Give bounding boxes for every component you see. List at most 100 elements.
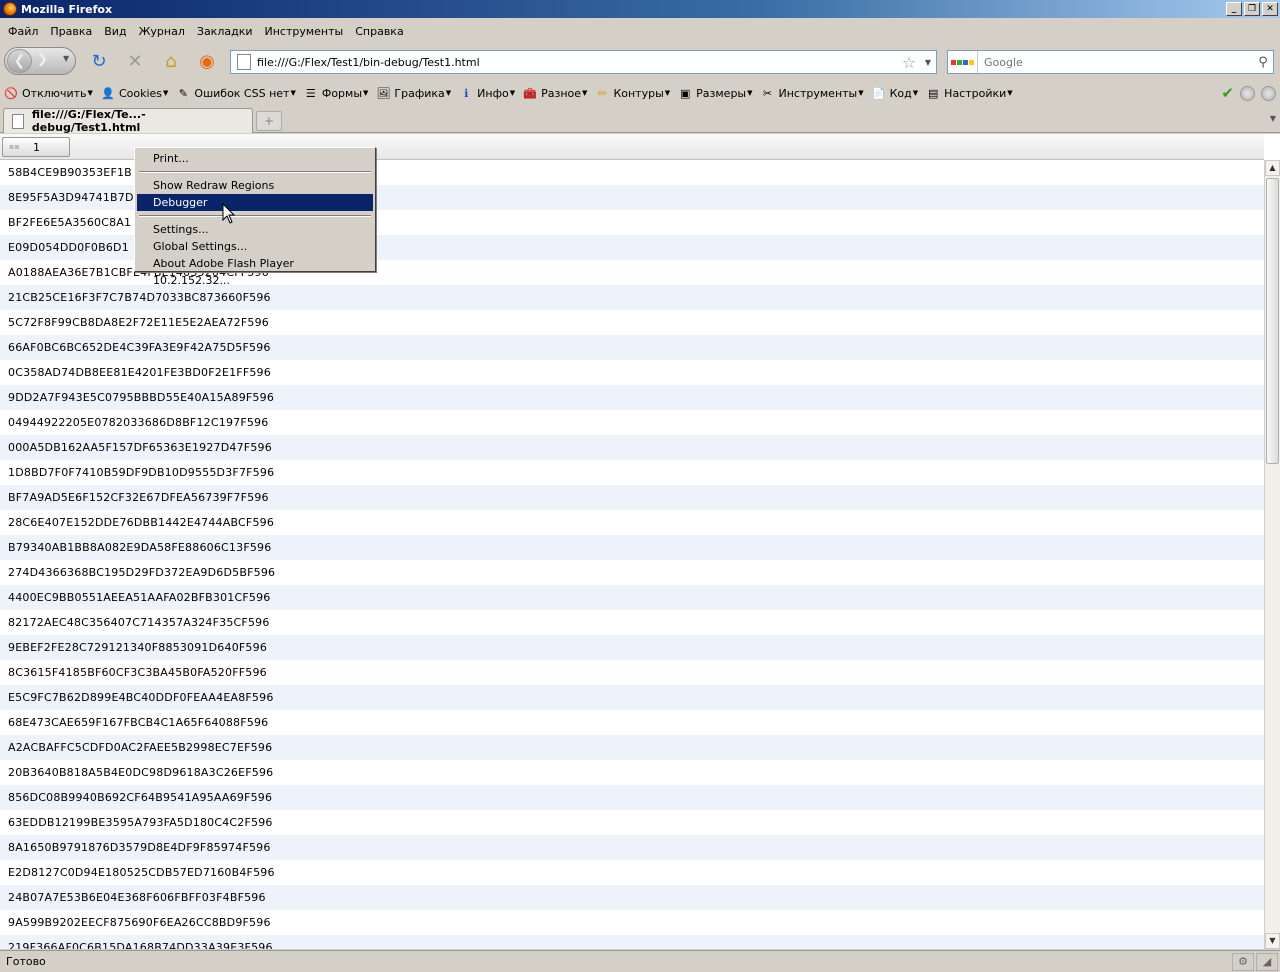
- search-icon[interactable]: ⚲: [1253, 55, 1273, 70]
- devbar-info[interactable]: ℹ Инфо ▼: [455, 86, 519, 100]
- devbar-options[interactable]: ▤ Настройки ▼: [922, 86, 1017, 100]
- devbar-source[interactable]: 📄 Код ▼: [868, 86, 923, 100]
- table-row[interactable]: 4400EC9BB0551AEEA51AAFA02BFB301CF596: [0, 585, 1264, 610]
- menu-edit[interactable]: Правка: [44, 25, 98, 38]
- scroll-up-button[interactable]: ▲: [1265, 160, 1280, 176]
- table-row[interactable]: 9A599B9202EECF875690F6EA26CC8BD9F596: [0, 910, 1264, 935]
- address-bar[interactable]: file:///G:/Flex/Test1/bin-debug/Test1.ht…: [230, 50, 937, 74]
- table-row[interactable]: 04944922205E0782033686D8BF12C197F596: [0, 410, 1264, 435]
- reload-icon[interactable]: ↻: [88, 51, 110, 73]
- status-dot-icon[interactable]: [1261, 85, 1276, 101]
- context-menu-item[interactable]: Settings...: [137, 221, 373, 238]
- menu-history[interactable]: Журнал: [133, 25, 191, 38]
- devbar-css[interactable]: ✎ Ошибок CSS нет ▼: [172, 86, 299, 100]
- devbar-outline[interactable]: ✏ Контуры ▼: [591, 86, 674, 100]
- home-icon[interactable]: ⌂: [160, 51, 182, 73]
- tab-list-icon[interactable]: ▼: [1270, 114, 1276, 123]
- table-row[interactable]: 1D8BD7F0F7410B59DF9DB10D9555D3F7F596: [0, 460, 1264, 485]
- context-menu-item[interactable]: Print...: [137, 150, 373, 167]
- outline-icon: ✏: [597, 86, 608, 100]
- rss-icon[interactable]: ◉: [196, 51, 218, 73]
- new-tab-button[interactable]: +: [256, 111, 282, 131]
- table-row[interactable]: B79340AB1BB8A082E9DA58FE88606C13F596: [0, 535, 1264, 560]
- context-menu-item[interactable]: Show Redraw Regions: [137, 177, 373, 194]
- url-dropdown-icon[interactable]: ▼: [920, 58, 936, 67]
- devbar-resize[interactable]: ▣ Размеры ▼: [674, 86, 756, 100]
- close-button[interactable]: ✕: [1262, 2, 1278, 16]
- menu-help[interactable]: Справка: [349, 25, 409, 38]
- checkmark-icon[interactable]: ✔: [1221, 84, 1234, 102]
- menu-view[interactable]: Вид: [98, 25, 132, 38]
- misc-icon: 🧰: [523, 86, 537, 100]
- table-row[interactable]: 8C3615F4185BF60CF3C3BA45B0FA520FF596: [0, 660, 1264, 685]
- context-menu-item[interactable]: Debugger: [137, 194, 373, 211]
- menu-bookmarks[interactable]: Закладки: [191, 25, 259, 38]
- devbar-tools[interactable]: ✂ Инструменты ▼: [757, 86, 868, 100]
- table-row[interactable]: 63EDDB12199BE3595A793FA5D180C4C2F596: [0, 810, 1264, 835]
- status-text: Готово: [6, 955, 46, 968]
- addon-icon[interactable]: ⚙: [1232, 953, 1254, 971]
- devbar-forms[interactable]: ☰ Формы ▼: [300, 86, 373, 100]
- table-row[interactable]: 0C358AD74DB8EE81E4201FE3BD0F2E1FF596: [0, 360, 1264, 385]
- source-icon: 📄: [871, 86, 886, 100]
- column-header[interactable]: ▪▪ 1: [2, 137, 70, 157]
- window-controls: _ ❐ ✕: [1226, 2, 1278, 16]
- page-icon: [12, 113, 24, 129]
- table-row[interactable]: 28C6E407E152DDE76DBB1442E4744ABCF596: [0, 510, 1264, 535]
- devbar-images[interactable]: 🖼 Графика ▼: [372, 86, 455, 100]
- context-menu-item[interactable]: About Adobe Flash Player 10.2.152.32...: [137, 255, 373, 287]
- table-row[interactable]: E2D8127C0D94E180525CDB57ED7160B4F596: [0, 860, 1264, 885]
- navigation-toolbar: ❮ ❯ ▼ ↻ ✕ ⌂ ◉ file:///G:/Flex/Test1/bin-…: [0, 44, 1280, 78]
- table-row[interactable]: 9EBEF2FE28C729121340F8853091D640F596: [0, 635, 1264, 660]
- menu-file[interactable]: Файл: [2, 25, 44, 38]
- back-button[interactable]: ❮: [7, 49, 32, 73]
- status-dot-icon[interactable]: [1240, 85, 1255, 101]
- images-icon: 🖼: [376, 86, 391, 100]
- back-forward-group: ❮ ❯ ▼: [4, 47, 76, 75]
- forward-button[interactable]: ❯: [37, 52, 48, 67]
- scroll-down-button[interactable]: ▼: [1265, 933, 1280, 949]
- table-row[interactable]: A2ACBAFFC5CDFD0AC2FAEE5B2998EC7EF596: [0, 735, 1264, 760]
- menu-tools[interactable]: Инструменты: [259, 25, 350, 38]
- resize-icon: ▣: [679, 86, 691, 100]
- table-row[interactable]: 5C72F8F99CB8DA8E2F72E11E5E2AEA72F596: [0, 310, 1264, 335]
- status-bar: Готово ⚙ ◢: [0, 950, 1280, 972]
- table-row[interactable]: 000A5DB162AA5F157DF65363E1927D47F596: [0, 435, 1264, 460]
- sort-indicator-icon: ▪▪: [9, 142, 20, 151]
- restore-button[interactable]: ❐: [1244, 2, 1260, 16]
- table-row[interactable]: 82172AEC48C356407C714357A324F35CF596: [0, 610, 1264, 635]
- scroll-thumb[interactable]: [1266, 178, 1279, 464]
- table-row[interactable]: 274D4366368BC195D29FD372EA9D6D5BF596: [0, 560, 1264, 585]
- cookies-icon: 👤: [101, 86, 115, 100]
- table-row[interactable]: 856DC08B9940B692CF64B9541A95AA69F596: [0, 785, 1264, 810]
- resize-grip-icon[interactable]: ◢: [1256, 953, 1278, 971]
- minimize-button[interactable]: _: [1226, 2, 1242, 16]
- menu-bar: Файл Правка Вид Журнал Закладки Инструме…: [0, 20, 410, 42]
- google-icon[interactable]: [948, 51, 978, 73]
- table-row[interactable]: 20B3640B818A5B4E0DC98D9618A3C26EF596: [0, 760, 1264, 785]
- stop-icon[interactable]: ✕: [124, 51, 146, 73]
- devbar-cookies[interactable]: 👤 Cookies ▼: [97, 86, 172, 100]
- firefox-icon: [3, 2, 17, 16]
- table-row[interactable]: 219F366AF0C6B15DA168B74DD33A39E3F596: [0, 935, 1264, 949]
- vertical-scrollbar[interactable]: ▲ ▼: [1264, 160, 1280, 949]
- devbar-misc[interactable]: 🧰 Разное ▼: [519, 86, 591, 100]
- table-row[interactable]: BF7A9AD5E6F152CF32E67DFEA56739F7F596: [0, 485, 1264, 510]
- table-row[interactable]: 24B07A7E53B6E04E368F606FBFF03F4BF596: [0, 885, 1264, 910]
- table-row[interactable]: 68E473CAE659F167FBCB4C1A65F64088F596: [0, 710, 1264, 735]
- history-dropdown-icon[interactable]: ▼: [63, 54, 69, 63]
- tab-active[interactable]: file:///G:/Flex/Te...-debug/Test1.html: [3, 108, 253, 134]
- table-row[interactable]: 66AF0BC6BC652DE4C39FA3E9F42A75D5F596: [0, 335, 1264, 360]
- title-bar: Mozilla Firefox _ ❐ ✕: [0, 0, 1280, 18]
- url-text[interactable]: file:///G:/Flex/Test1/bin-debug/Test1.ht…: [257, 56, 898, 69]
- search-input[interactable]: [978, 55, 1253, 69]
- bookmark-star-icon[interactable]: ☆: [898, 53, 920, 72]
- disable-icon: 🚫: [4, 86, 18, 100]
- table-row[interactable]: 8A1650B9791876D3579D8E4DF9F85974F596: [0, 835, 1264, 860]
- column-header-label: 1: [33, 141, 40, 154]
- devbar-disable[interactable]: 🚫 Отключить ▼: [0, 86, 97, 100]
- table-row[interactable]: 9DD2A7F943E5C0795BBBD55E40A15A89F596: [0, 385, 1264, 410]
- table-row[interactable]: E5C9FC7B62D899E4BC40DDF0FEAA4EA8F596: [0, 685, 1264, 710]
- options-icon: ▤: [927, 86, 939, 100]
- context-menu-item[interactable]: Global Settings...: [137, 238, 373, 255]
